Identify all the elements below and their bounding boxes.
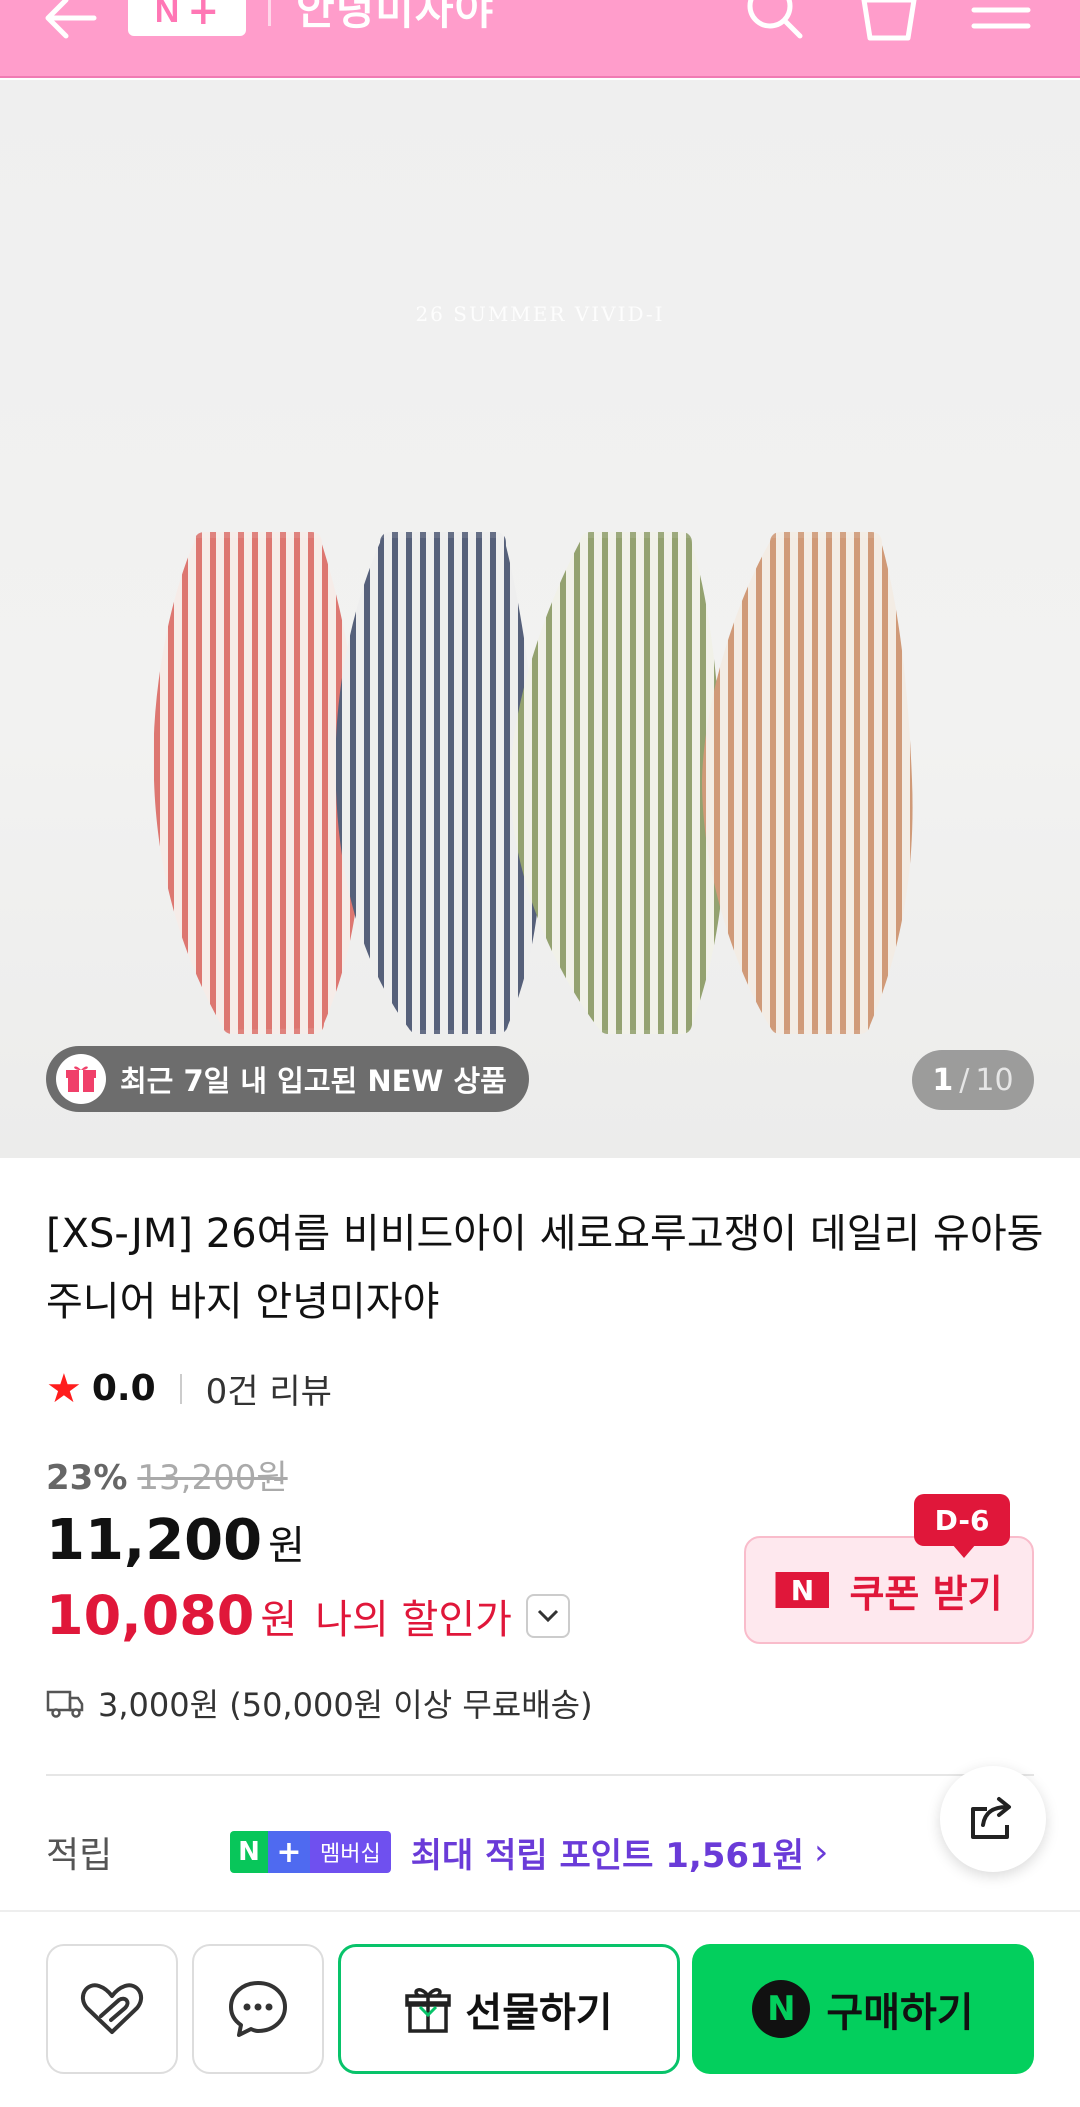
points-label: 적립 bbox=[46, 1835, 113, 1876]
heart-icon bbox=[80, 1983, 144, 2034]
my-price-label: 나의 할인가 bbox=[315, 1596, 512, 1643]
pants-green bbox=[510, 532, 726, 1034]
dday-badge: D-6 bbox=[914, 1494, 1010, 1558]
bottom-bar-divider bbox=[0, 1910, 1080, 1912]
discount-row: 23% 13,200원 bbox=[46, 1450, 288, 1499]
naver-plus-logo[interactable]: N + bbox=[128, 0, 246, 36]
product-photo-pants bbox=[153, 532, 913, 1034]
talk-talk-button[interactable] bbox=[192, 1944, 324, 2074]
coupon-label: 쿠폰 받기 bbox=[849, 1571, 1003, 1616]
shipping-info: 3,000원 (50,000원 이상 무료배송) bbox=[46, 1680, 593, 1726]
buy-label: 구매하기 bbox=[826, 1990, 974, 2036]
pants-pink bbox=[153, 532, 363, 1034]
discount-percent: 23% bbox=[46, 1458, 128, 1498]
star-icon: ★ bbox=[46, 1365, 82, 1412]
counter-current: 1 bbox=[932, 1062, 954, 1098]
section-divider bbox=[46, 1774, 1034, 1776]
chevron-right-icon: › bbox=[814, 1831, 829, 1873]
new-arrival-badge: 최근 7일 내 입고된 NEW 상품 bbox=[46, 1046, 529, 1112]
gift-button[interactable]: 선물하기 bbox=[338, 1944, 680, 2074]
truck-icon bbox=[46, 1690, 84, 1718]
menu-icon[interactable] bbox=[968, 0, 1034, 42]
my-price-value: 10,080 bbox=[46, 1584, 255, 1647]
logo-letter: N bbox=[154, 0, 180, 30]
back-arrow-icon[interactable] bbox=[40, 0, 100, 48]
wishlist-button[interactable] bbox=[46, 1944, 178, 2074]
chat-bubble-icon bbox=[229, 1981, 287, 2037]
membership-text: 멤버십 bbox=[310, 1831, 391, 1873]
buy-button[interactable]: N 구매하기 bbox=[692, 1944, 1034, 2074]
search-icon[interactable] bbox=[742, 0, 808, 42]
coupon-button[interactable]: N 쿠폰 받기 bbox=[744, 1536, 1034, 1644]
sale-price: 11,200 원 bbox=[46, 1508, 305, 1573]
store-name[interactable]: 안녕미자야 bbox=[296, 0, 494, 37]
product-title: [XS-JM] 26여름 비비드아이 세로요루고쟁이 데일리 유아동 주니어 바… bbox=[46, 1211, 1044, 1325]
counter-separator: / bbox=[959, 1062, 970, 1098]
cart-icon[interactable] bbox=[856, 0, 922, 42]
header-separator bbox=[268, 0, 271, 26]
rating-divider bbox=[179, 1373, 182, 1404]
gift-label: 선물하기 bbox=[465, 1990, 613, 2036]
points-row[interactable]: 적립 N + 멤버십 최대 적립 포인트 1,561원 › bbox=[46, 1822, 1046, 1882]
max-points-text: 최대 적립 포인트 1,561원 bbox=[410, 1835, 805, 1876]
sale-price-value: 11,200 bbox=[46, 1508, 263, 1573]
gift-box-icon bbox=[405, 1988, 452, 2033]
image-counter: 1 / 10 bbox=[912, 1050, 1034, 1110]
counter-total: 10 bbox=[975, 1062, 1014, 1098]
my-price-unit: 원 bbox=[260, 1596, 298, 1643]
sale-price-unit: 원 bbox=[268, 1523, 305, 1569]
logo-plus: + bbox=[187, 0, 220, 33]
rating-row[interactable]: ★ 0.0 0건 리뷰 bbox=[46, 1364, 332, 1413]
my-discount-price[interactable]: 10,080 원 나의 할인가 bbox=[46, 1584, 570, 1647]
membership-n: N bbox=[230, 1831, 268, 1873]
share-button[interactable] bbox=[940, 1766, 1046, 1872]
naver-pay-icon: N bbox=[752, 1980, 811, 2038]
share-icon bbox=[971, 1797, 1011, 1839]
top-header: N + 안녕미자야 bbox=[0, 0, 1080, 78]
product-image-carousel[interactable]: 26 SUMMER VIVID-I 최근 7일 내 입고된 NEW 상품 1 /… bbox=[0, 80, 1080, 1158]
rating-score: 0.0 bbox=[91, 1368, 156, 1409]
new-arrival-text: 최근 7일 내 입고된 NEW 상품 bbox=[120, 1064, 507, 1098]
shipping-text: 3,000원 (50,000원 이상 무료배송) bbox=[98, 1686, 593, 1724]
chevron-down-icon[interactable] bbox=[525, 1593, 570, 1638]
naver-plus-membership-badge: N + 멤버십 bbox=[230, 1831, 391, 1873]
original-price: 13,200원 bbox=[137, 1458, 288, 1498]
gift-icon bbox=[56, 1054, 106, 1104]
naver-n-icon: N bbox=[775, 1572, 830, 1608]
membership-plus: + bbox=[268, 1831, 310, 1873]
review-count[interactable]: 0건 리뷰 bbox=[206, 1364, 332, 1413]
pants-beige bbox=[702, 532, 913, 1034]
